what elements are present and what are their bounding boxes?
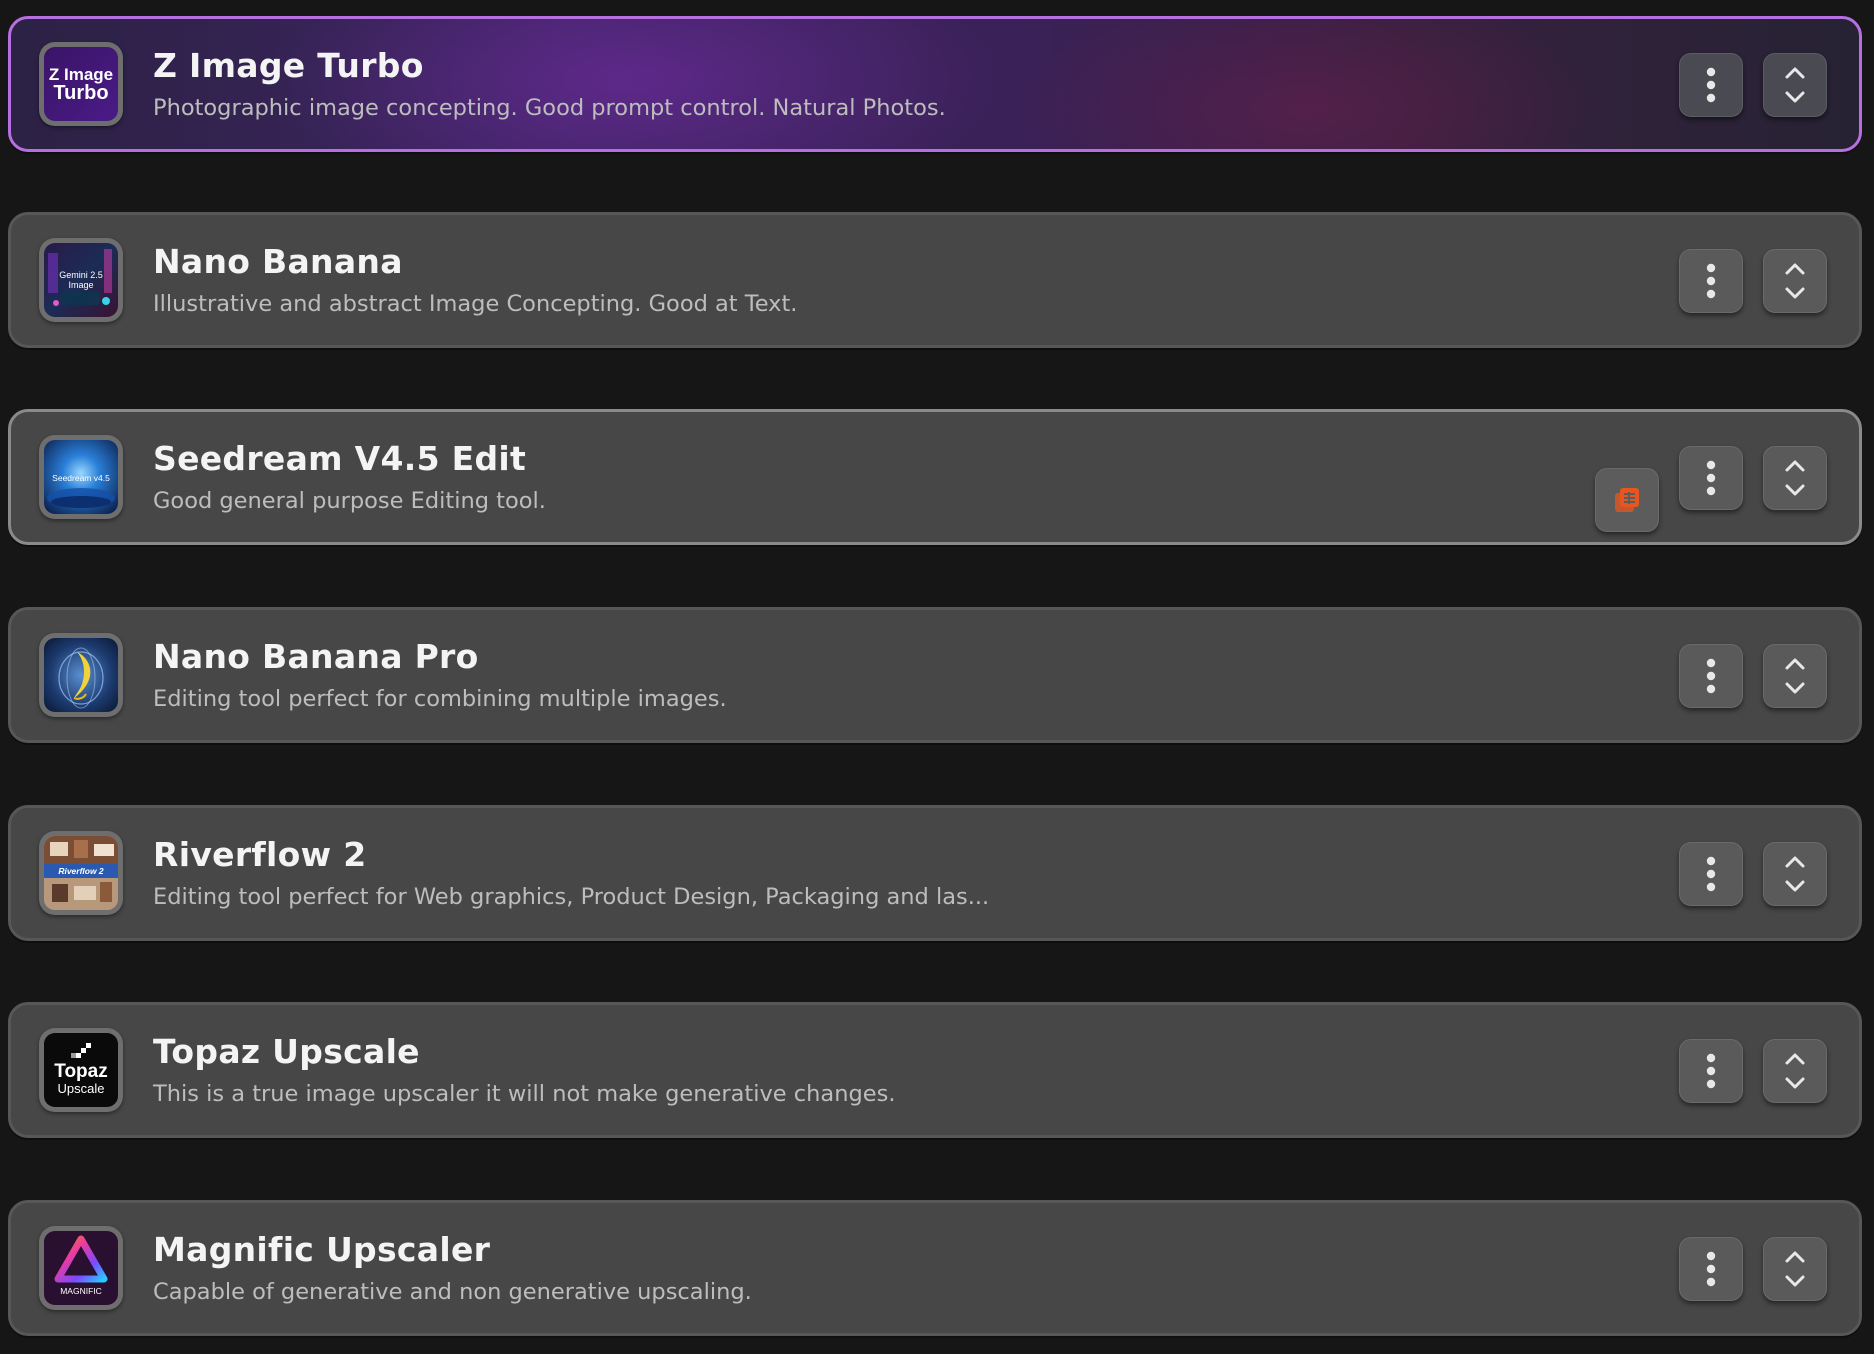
reorder-button[interactable] [1763, 1039, 1827, 1103]
vertical-dots-icon [1706, 856, 1716, 892]
model-title: Nano Banana Pro [153, 637, 479, 676]
more-options-button[interactable] [1679, 1237, 1743, 1301]
seedream-thumbnail-icon: Seedream v4.5 [44, 440, 118, 514]
z-image-turbo-logo-icon: Z Image Turbo [44, 47, 118, 121]
model-description: Editing tool perfect for Web graphics, P… [153, 884, 990, 910]
model-card-riverflow-2[interactable]: Riverflow 2 Riverflow 2 Editing tool per… [8, 805, 1862, 941]
chevron-up-down-icon [1785, 67, 1805, 103]
model-description: Capable of generative and non generative… [153, 1279, 752, 1305]
vertical-dots-icon [1706, 1053, 1716, 1089]
chevron-up-down-icon [1785, 1053, 1805, 1089]
model-title: Seedream V4.5 Edit [153, 439, 527, 478]
model-description: Illustrative and abstract Image Concepti… [153, 291, 798, 317]
model-description: Photographic image concepting. Good prom… [153, 95, 946, 121]
model-title: Z Image Turbo [153, 46, 424, 85]
model-list: Z Image Turbo Z Image Turbo Photographic… [0, 0, 1874, 1354]
vertical-dots-icon [1706, 263, 1716, 299]
chevron-up-down-icon [1785, 658, 1805, 694]
chevron-up-down-icon [1785, 1251, 1805, 1287]
model-card-topaz-upscale[interactable]: Topaz Upscale Topaz Upscale This is a tr… [8, 1002, 1862, 1138]
layers-icon [1615, 488, 1639, 512]
more-options-button[interactable] [1679, 842, 1743, 906]
thumb-text-line1: Topaz [54, 1061, 107, 1082]
magnific-logo-icon: MAGNIFIC [44, 1231, 118, 1305]
model-card-z-image-turbo[interactable]: Z Image Turbo Z Image Turbo Photographic… [8, 16, 1862, 152]
model-title: Nano Banana [153, 242, 403, 281]
vertical-dots-icon [1706, 1251, 1716, 1287]
layers-badge-button[interactable] [1595, 468, 1659, 532]
nano-banana-thumbnail-icon: Gemini 2.5 Image [44, 243, 118, 317]
more-options-button[interactable] [1679, 249, 1743, 313]
vertical-dots-icon [1706, 67, 1716, 103]
thumb-text-line2: Upscale [58, 1081, 105, 1096]
model-card-nano-banana-pro[interactable]: Nano Banana Pro Editing tool perfect for… [8, 607, 1862, 743]
model-title: Riverflow 2 [153, 835, 367, 874]
more-options-button[interactable] [1679, 1039, 1743, 1103]
model-thumbnail [39, 633, 123, 717]
reorder-button[interactable] [1763, 1237, 1827, 1301]
thumb-text: Seedream v4.5 [52, 473, 110, 483]
chevron-up-down-icon [1785, 460, 1805, 496]
nano-banana-pro-thumbnail-icon [44, 638, 118, 712]
model-thumbnail: Gemini 2.5 Image [39, 238, 123, 322]
thumb-text-line2: Turbo [53, 82, 108, 104]
riverflow-thumbnail-icon: Riverflow 2 [44, 836, 118, 910]
model-thumbnail: Z Image Turbo [39, 42, 123, 126]
topaz-logo-icon: Topaz Upscale [44, 1033, 118, 1107]
model-title: Magnific Upscaler [153, 1230, 491, 1269]
vertical-dots-icon [1706, 460, 1716, 496]
model-description: Good general purpose Editing tool. [153, 488, 546, 514]
more-options-button[interactable] [1679, 446, 1743, 510]
thumb-text-line2: Image [68, 280, 93, 290]
reorder-button[interactable] [1763, 446, 1827, 510]
model-thumbnail: Seedream v4.5 [39, 435, 123, 519]
reorder-button[interactable] [1763, 53, 1827, 117]
more-options-button[interactable] [1679, 644, 1743, 708]
chevron-up-down-icon [1785, 263, 1805, 299]
reorder-button[interactable] [1763, 249, 1827, 313]
more-options-button[interactable] [1679, 53, 1743, 117]
thumb-text: Riverflow 2 [58, 866, 104, 876]
model-description: Editing tool perfect for combining multi… [153, 686, 727, 712]
reorder-button[interactable] [1763, 644, 1827, 708]
chevron-up-down-icon [1785, 856, 1805, 892]
thumb-text: MAGNIFIC [60, 1286, 102, 1296]
reorder-button[interactable] [1763, 842, 1827, 906]
model-title: Topaz Upscale [153, 1032, 420, 1071]
model-description: This is a true image upscaler it will no… [153, 1081, 896, 1107]
model-card-magnific-upscaler[interactable]: MAGNIFIC Magnific Upscaler Capable of ge… [8, 1200, 1862, 1336]
model-thumbnail: Riverflow 2 [39, 831, 123, 915]
thumb-text-line1: Gemini 2.5 [59, 270, 103, 280]
vertical-dots-icon [1706, 658, 1716, 694]
model-thumbnail: MAGNIFIC [39, 1226, 123, 1310]
model-card-nano-banana[interactable]: Gemini 2.5 Image Nano Banana Illustrativ… [8, 212, 1862, 348]
model-thumbnail: Topaz Upscale [39, 1028, 123, 1112]
model-card-seedream-v45-edit[interactable]: Seedream v4.5 Seedream V4.5 Edit Good ge… [8, 409, 1862, 545]
